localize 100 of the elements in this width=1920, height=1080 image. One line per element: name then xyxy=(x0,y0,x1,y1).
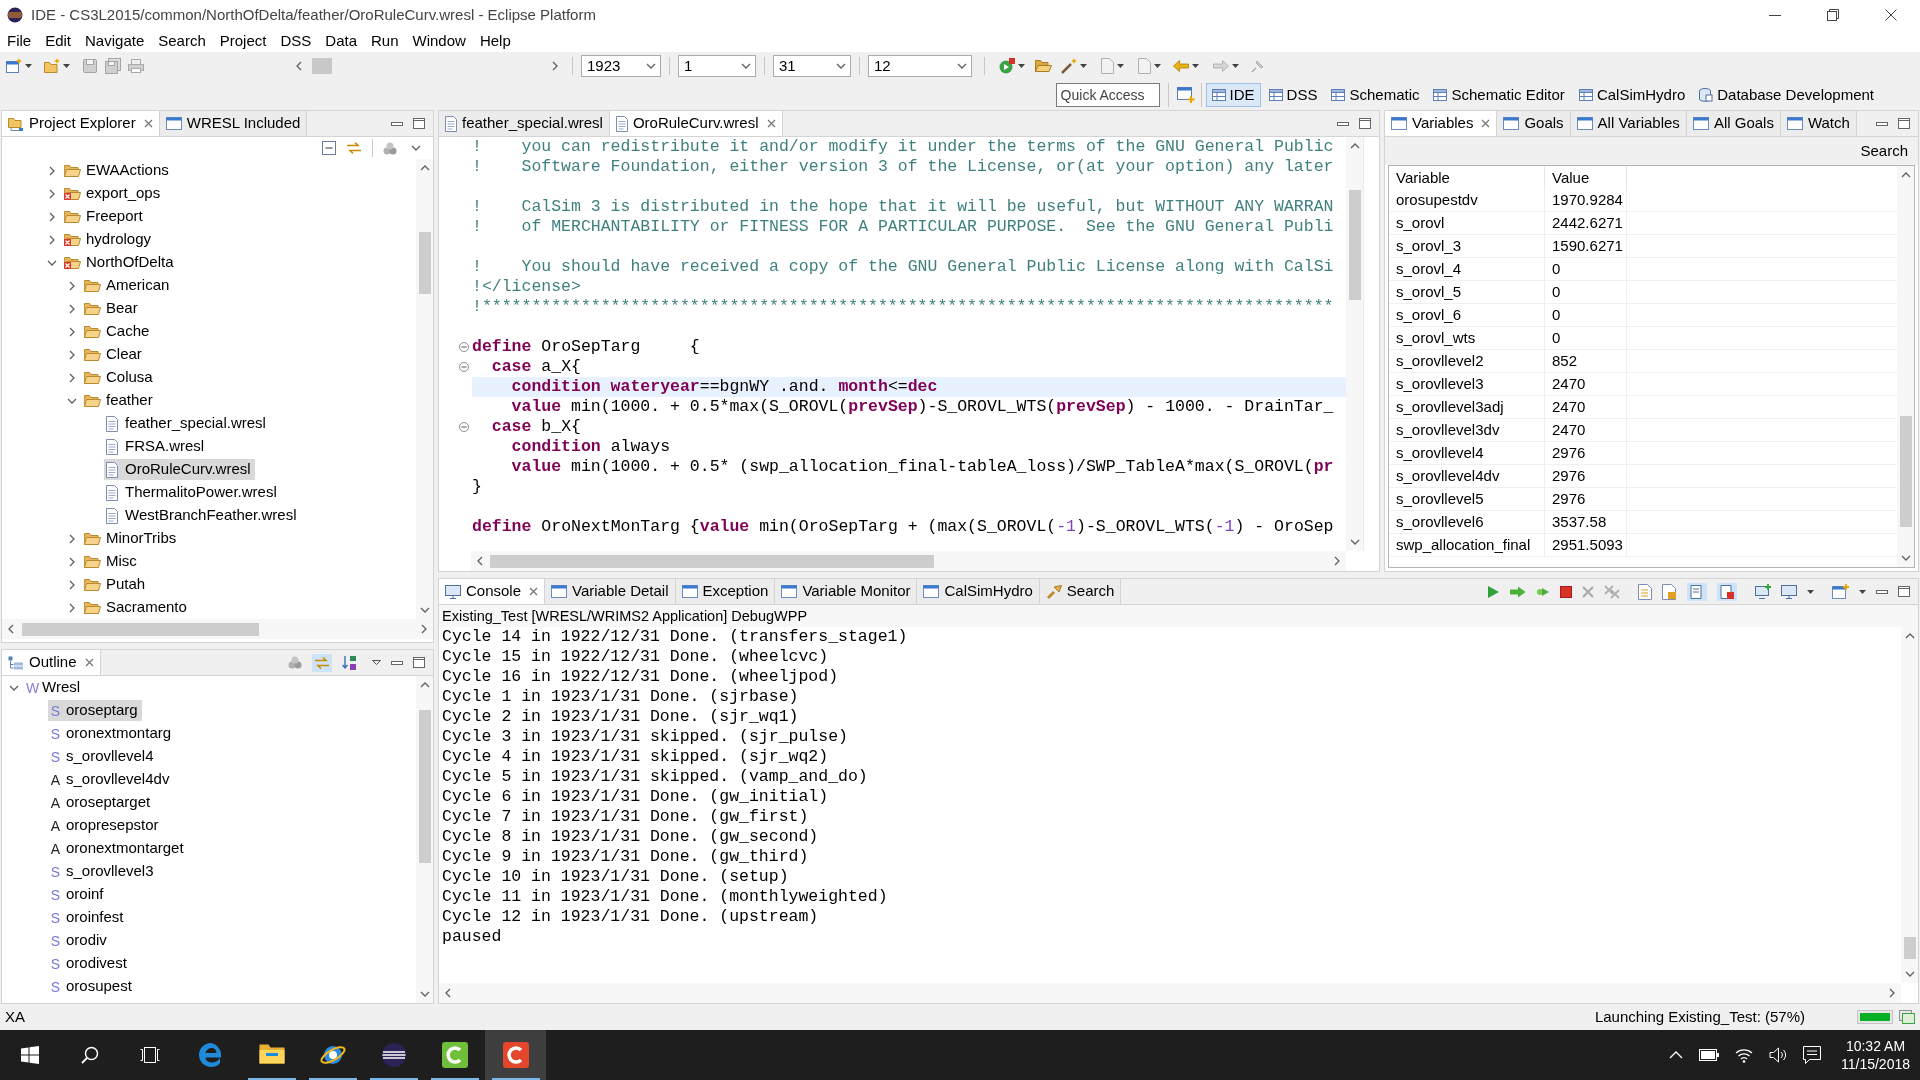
chevron-down-icon[interactable] xyxy=(1904,969,1915,979)
perspective-button[interactable]: Schematic Editor xyxy=(1427,83,1571,107)
menu-item[interactable]: File xyxy=(0,31,39,51)
tab[interactable]: WRESL Included xyxy=(159,111,308,136)
tab[interactable]: Console xyxy=(439,579,546,604)
caret-down-icon[interactable] xyxy=(372,660,381,665)
caret-down-icon[interactable] xyxy=(25,64,32,68)
scrollbar-thumb[interactable] xyxy=(490,554,934,568)
column-header[interactable]: Value xyxy=(1545,166,1627,189)
maximize-icon[interactable] xyxy=(1898,586,1910,597)
chevron-down-icon[interactable] xyxy=(411,143,421,153)
open-folder-icon[interactable] xyxy=(1035,59,1052,73)
volume-icon[interactable] xyxy=(1768,1047,1787,1063)
tab[interactable]: Variable Monitor xyxy=(775,579,918,604)
tree-item[interactable]: Misc xyxy=(84,551,141,572)
play-circle-icon[interactable] xyxy=(999,58,1015,74)
chevron-down-icon[interactable] xyxy=(957,61,967,71)
minus-circle-icon[interactable] xyxy=(459,362,469,372)
chevron-right-icon[interactable] xyxy=(1887,988,1897,998)
column-header[interactable]: Variable xyxy=(1389,166,1545,189)
chevron-right-icon[interactable] xyxy=(47,234,57,245)
menu-item[interactable]: Search xyxy=(151,31,213,51)
tab[interactable]: feather_special.wresl xyxy=(439,111,610,136)
close-icon[interactable] xyxy=(529,587,539,596)
chevron-left-icon[interactable] xyxy=(475,556,485,566)
caret-down-icon[interactable] xyxy=(1859,589,1866,594)
chevron-down-icon[interactable] xyxy=(836,61,846,71)
stop-icon[interactable] xyxy=(1560,585,1572,598)
scrollbar-thumb[interactable] xyxy=(418,710,431,863)
horizontal-scrollbar[interactable] xyxy=(2,619,433,639)
close-icon[interactable] xyxy=(84,658,94,667)
tree-item[interactable]: W Wresl xyxy=(24,677,85,698)
chevron-right-icon[interactable] xyxy=(67,579,77,590)
tab[interactable]: Variable Detail xyxy=(545,579,676,604)
tree-item[interactable]: hydrology xyxy=(64,229,156,250)
chevron-right-icon[interactable] xyxy=(67,533,77,544)
chevron-down-icon[interactable] xyxy=(1349,537,1360,547)
menu-item[interactable]: Edit xyxy=(38,31,79,51)
minimize-icon[interactable] xyxy=(1876,589,1888,594)
vertical-scrollbar[interactable] xyxy=(416,676,433,1003)
dropdown[interactable]: 1923 xyxy=(581,55,661,77)
close-icon[interactable] xyxy=(1481,119,1491,128)
chevron-right-icon[interactable] xyxy=(1332,556,1342,566)
collapse-all-icon[interactable] xyxy=(322,141,336,155)
chevron-right-icon[interactable] xyxy=(47,211,57,222)
minimize-icon[interactable] xyxy=(1876,121,1888,126)
page-badge-icon[interactable] xyxy=(1662,583,1677,600)
window-plus-icon[interactable] xyxy=(1832,584,1849,599)
chevron-down-icon[interactable] xyxy=(741,61,751,71)
chevron-up-icon[interactable] xyxy=(1668,1051,1683,1059)
tree-item[interactable]: feather_special.wresl xyxy=(104,413,270,434)
tree-item[interactable]: A oronextmontarget xyxy=(48,838,188,859)
chevron-right-icon[interactable] xyxy=(67,303,77,314)
tree-item[interactable]: S orodiv xyxy=(48,930,111,951)
tab[interactable]: OroRuleCurv.wresl xyxy=(609,111,783,136)
chevron-down-icon[interactable] xyxy=(419,605,430,615)
close-icon[interactable] xyxy=(1885,9,1897,21)
tree-item[interactable]: A oroseptarget xyxy=(48,792,155,813)
tree-item[interactable]: ThermalitoPower.wresl xyxy=(104,482,281,503)
search-button[interactable]: Search xyxy=(1860,139,1908,163)
chevron-right-icon[interactable] xyxy=(550,61,560,71)
monitor-icon[interactable] xyxy=(1781,584,1797,599)
scrollbar-thumb[interactable] xyxy=(418,232,431,294)
wand-icon[interactable] xyxy=(1061,58,1077,74)
chevron-right-icon[interactable] xyxy=(67,602,77,613)
caret-down-icon[interactable] xyxy=(1154,64,1161,68)
message-icon[interactable] xyxy=(1802,1046,1821,1064)
menu-item[interactable]: Run xyxy=(364,31,406,51)
tree-item[interactable]: Clear xyxy=(84,344,146,365)
start-icon[interactable] xyxy=(21,1046,39,1064)
maximize-icon[interactable] xyxy=(1359,118,1371,129)
chevron-left-icon[interactable] xyxy=(443,988,453,998)
vertical-scrollbar[interactable] xyxy=(1897,166,1914,567)
caret-down-icon[interactable] xyxy=(1018,64,1025,68)
horizontal-scrollbar[interactable] xyxy=(439,983,1901,1003)
tab[interactable]: Variables xyxy=(1385,111,1498,136)
chevron-right-icon[interactable] xyxy=(67,326,77,337)
window-sparkle-icon[interactable] xyxy=(6,58,22,74)
battery-icon[interactable] xyxy=(1698,1049,1719,1061)
caret-down-icon[interactable] xyxy=(1192,64,1199,68)
tree-item[interactable]: export_ops xyxy=(64,183,165,204)
chevron-right-icon[interactable] xyxy=(67,372,77,383)
close-icon[interactable] xyxy=(766,119,776,128)
tree-item[interactable]: NorthOfDelta xyxy=(64,252,178,273)
sort-icon[interactable] xyxy=(342,654,358,671)
chevron-right-icon[interactable] xyxy=(67,280,77,291)
caret-down-icon[interactable] xyxy=(63,64,70,68)
chevron-left-icon[interactable] xyxy=(6,624,16,634)
scrollbar-thumb[interactable] xyxy=(1899,416,1912,527)
caret-down-icon[interactable] xyxy=(1807,589,1814,594)
tab[interactable]: All Variables xyxy=(1570,111,1687,136)
task-view-icon[interactable] xyxy=(140,1047,160,1063)
tab[interactable]: Project Explorer xyxy=(2,111,160,136)
tree-item[interactable]: Freeport xyxy=(64,206,147,227)
taskbar-button[interactable] xyxy=(485,1030,546,1080)
chevron-down-icon[interactable] xyxy=(419,989,430,999)
tree-item[interactable]: Bear xyxy=(84,298,142,319)
tree-item[interactable]: S oroseptarg xyxy=(48,700,142,721)
page-tile-icon[interactable] xyxy=(1687,582,1707,601)
tab[interactable]: Exception xyxy=(675,579,776,604)
